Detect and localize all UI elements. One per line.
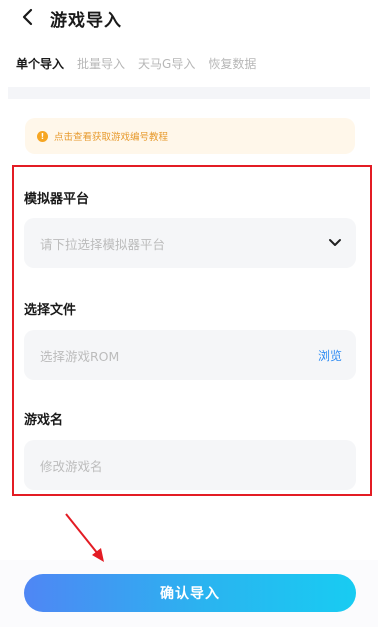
annotation-arrow-icon <box>65 513 104 562</box>
divider-strip <box>8 87 370 99</box>
game-name-placeholder: 修改游戏名 <box>40 458 103 474</box>
chevron-down-icon <box>329 239 341 246</box>
info-icon: ! <box>37 130 48 142</box>
file-field[interactable]: 选择游戏ROM 浏览 <box>24 330 356 380</box>
file-placeholder: 选择游戏ROM <box>40 348 120 364</box>
tab-tianma-import[interactable]: 天马G导入 <box>138 55 195 75</box>
platform-label: 模拟器平台 <box>24 192 90 207</box>
tab-bar: 单个导入 批量导入 天马G导入 恢复数据 <box>16 55 269 75</box>
chevron-left-icon <box>22 8 33 26</box>
tab-batch-import[interactable]: 批量导入 <box>77 55 125 75</box>
notice-text: 点击查看获取游戏编号教程 <box>54 132 169 143</box>
file-label: 选择文件 <box>24 303 77 318</box>
tab-restore-data[interactable]: 恢复数据 <box>208 55 256 75</box>
page-title: 游戏导入 <box>50 11 122 31</box>
confirm-import-button[interactable]: 确认导入 <box>24 574 356 612</box>
game-name-label: 游戏名 <box>24 413 64 428</box>
game-name-input[interactable]: 修改游戏名 <box>24 440 356 490</box>
tutorial-notice[interactable]: ! 点击查看获取游戏编号教程 <box>25 118 355 154</box>
header: 游戏导入 <box>0 0 378 38</box>
tab-single-import[interactable]: 单个导入 <box>16 55 64 75</box>
back-button[interactable] <box>14 6 40 28</box>
browse-button[interactable]: 浏览 <box>318 347 342 364</box>
platform-placeholder: 请下拉选择模拟器平台 <box>40 236 166 252</box>
platform-select[interactable]: 请下拉选择模拟器平台 <box>24 218 356 268</box>
